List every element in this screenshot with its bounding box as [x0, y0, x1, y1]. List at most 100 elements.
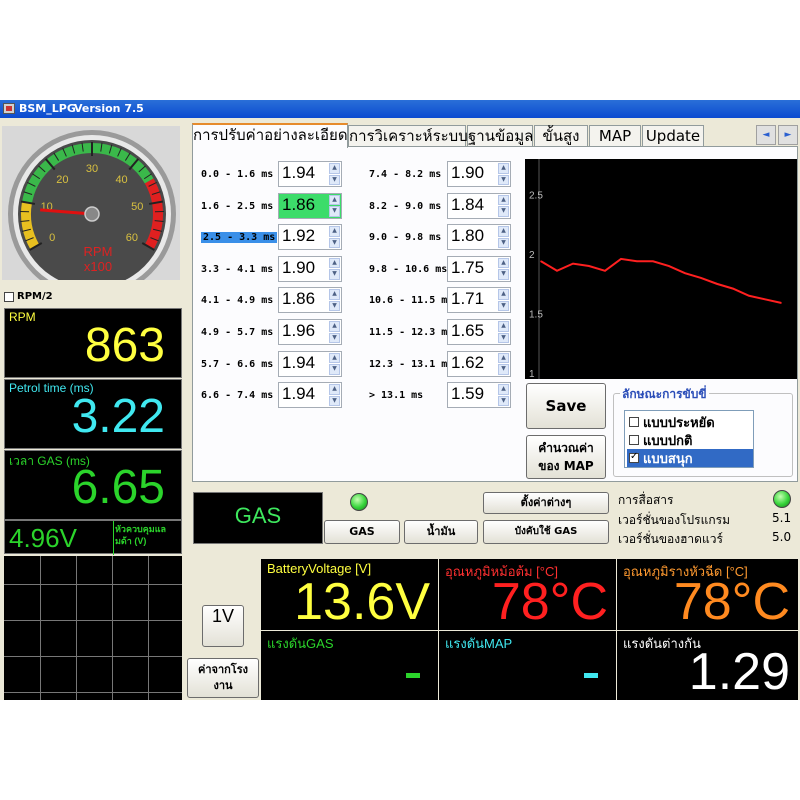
spinner-up-icon[interactable]: ▲ [498, 163, 509, 174]
1v-button[interactable]: 1V [202, 605, 244, 647]
drive-mode-normal[interactable]: แบบปกติ [627, 431, 753, 449]
settings-button[interactable]: ตั้งค่าต่างๆ [483, 492, 609, 514]
spinner-arrows[interactable]: ▲ ▼ [329, 257, 340, 280]
spinner-arrows[interactable]: ▲ ▼ [329, 384, 340, 407]
spinner-up-icon[interactable]: ▲ [329, 321, 340, 332]
left-range-value[interactable]: 1.92 [282, 226, 315, 246]
tab-scroll-right-icon[interactable]: ► [778, 125, 798, 145]
drive-mode-sport-checkbox[interactable] [629, 451, 639, 463]
spinner-arrows[interactable]: ▲ ▼ [498, 384, 509, 407]
left-range-value-spinner[interactable]: 1.86 ▲ ▼ [278, 192, 342, 219]
drive-mode-economy[interactable]: แบบประหยัด [627, 413, 753, 431]
spinner-arrows[interactable]: ▲ ▼ [329, 289, 340, 312]
left-range-value[interactable]: 1.94 [282, 353, 315, 373]
spinner-down-icon[interactable]: ▼ [498, 269, 509, 280]
right-range-value-spinner[interactable]: 1.80 ▲ ▼ [447, 224, 511, 251]
left-range-value-spinner[interactable]: 1.94 ▲ ▼ [278, 382, 342, 409]
spinner-down-icon[interactable]: ▼ [498, 300, 509, 312]
spinner-down-icon[interactable]: ▼ [498, 395, 509, 407]
spinner-up-icon[interactable]: ▲ [498, 226, 509, 237]
right-range-value-spinner[interactable]: 1.62 ▲ ▼ [447, 350, 511, 377]
spinner-down-icon[interactable]: ▼ [329, 237, 340, 249]
tab-database[interactable]: ฐานข้อมูล [467, 125, 533, 147]
tab-fine-tuning[interactable]: การปรับค่าอย่างละเอียด [192, 123, 348, 148]
spinner-up-icon[interactable]: ▲ [329, 352, 340, 364]
spinner-arrows[interactable]: ▲ ▼ [329, 163, 340, 185]
title-bar[interactable]: BSM_LPG Version 7.5 [0, 100, 800, 118]
spinner-up-icon[interactable]: ▲ [329, 384, 340, 395]
drive-mode-economy-checkbox[interactable] [629, 417, 639, 427]
spinner-up-icon[interactable]: ▲ [498, 257, 509, 269]
spinner-down-icon[interactable]: ▼ [329, 332, 340, 343]
left-range-value[interactable]: 1.90 [282, 258, 315, 278]
right-range-value[interactable]: 1.84 [451, 195, 484, 215]
tab-advanced[interactable]: ขั้นสูง [534, 125, 588, 147]
spinner-up-icon[interactable]: ▲ [498, 352, 509, 364]
spinner-down-icon[interactable]: ▼ [498, 364, 509, 375]
spinner-up-icon[interactable]: ▲ [329, 163, 340, 174]
left-range-value-spinner[interactable]: 1.94 ▲ ▼ [278, 350, 342, 377]
drive-mode-normal-checkbox[interactable] [629, 435, 639, 445]
tab-system-analysis[interactable]: การวิเคราะห์ระบบ [348, 125, 468, 147]
spinner-up-icon[interactable]: ▲ [329, 257, 340, 269]
spinner-down-icon[interactable]: ▼ [329, 206, 340, 217]
right-range-value[interactable]: 1.75 [451, 258, 484, 278]
left-range-value[interactable]: 1.86 [282, 195, 315, 215]
spinner-arrows[interactable]: ▲ ▼ [329, 321, 340, 343]
rpm2-checkbox-box[interactable] [4, 291, 14, 302]
calculate-map-button[interactable]: คำนวณค่า ของ MAP [526, 435, 606, 479]
left-range-value-spinner[interactable]: 1.94 ▲ ▼ [278, 161, 342, 187]
save-button[interactable]: Save [526, 383, 606, 429]
spinner-up-icon[interactable]: ▲ [498, 289, 509, 300]
left-range-value[interactable]: 1.96 [282, 321, 315, 341]
force-gas-button[interactable]: บังคับใช้ GAS [483, 520, 609, 544]
petrol-button[interactable]: น้ำมัน [404, 520, 478, 544]
right-range-value-spinner[interactable]: 1.84 ▲ ▼ [447, 192, 511, 219]
spinner-down-icon[interactable]: ▼ [329, 174, 340, 185]
right-range-value-spinner[interactable]: 1.75 ▲ ▼ [447, 255, 511, 282]
left-range-value-spinner[interactable]: 1.90 ▲ ▼ [278, 255, 342, 282]
spinner-arrows[interactable]: ▲ ▼ [498, 226, 509, 249]
spinner-up-icon[interactable]: ▲ [329, 194, 340, 206]
spinner-down-icon[interactable]: ▼ [329, 300, 340, 312]
right-range-value[interactable]: 1.59 [451, 384, 484, 404]
left-range-value-spinner[interactable]: 1.86 ▲ ▼ [278, 287, 342, 314]
spinner-arrows[interactable]: ▲ ▼ [329, 226, 340, 249]
spinner-up-icon[interactable]: ▲ [498, 194, 509, 206]
spinner-arrows[interactable]: ▲ ▼ [498, 163, 509, 185]
left-range-value[interactable]: 1.94 [282, 384, 315, 404]
spinner-up-icon[interactable]: ▲ [498, 321, 509, 332]
right-range-value[interactable]: 1.90 [451, 163, 484, 183]
right-range-value[interactable]: 1.80 [451, 226, 484, 246]
spinner-arrows[interactable]: ▲ ▼ [498, 257, 509, 280]
spinner-arrows[interactable]: ▲ ▼ [329, 352, 340, 375]
spinner-arrows[interactable]: ▲ ▼ [498, 194, 509, 217]
spinner-down-icon[interactable]: ▼ [498, 237, 509, 249]
factory-default-button[interactable]: ค่าจากโรง งาน [187, 658, 259, 698]
rpm2-checkbox[interactable]: RPM/2 [4, 291, 53, 302]
right-range-value[interactable]: 1.71 [451, 289, 484, 309]
tab-map[interactable]: MAP [589, 125, 641, 147]
tab-update[interactable]: Update [642, 125, 704, 147]
right-range-value[interactable]: 1.65 [451, 321, 484, 341]
spinner-down-icon[interactable]: ▼ [498, 174, 509, 185]
spinner-down-icon[interactable]: ▼ [329, 395, 340, 407]
spinner-arrows[interactable]: ▲ ▼ [498, 321, 509, 343]
spinner-up-icon[interactable]: ▲ [329, 289, 340, 300]
right-range-value-spinner[interactable]: 1.65 ▲ ▼ [447, 319, 511, 345]
gas-button[interactable]: GAS [324, 520, 400, 544]
left-range-value-spinner[interactable]: 1.96 ▲ ▼ [278, 319, 342, 345]
right-range-value-spinner[interactable]: 1.71 ▲ ▼ [447, 287, 511, 314]
tab-scroll-left-icon[interactable]: ◄ [756, 125, 776, 145]
spinner-up-icon[interactable]: ▲ [498, 384, 509, 395]
right-range-value-spinner[interactable]: 1.90 ▲ ▼ [447, 161, 511, 187]
spinner-down-icon[interactable]: ▼ [329, 364, 340, 375]
spinner-up-icon[interactable]: ▲ [329, 226, 340, 237]
left-range-value[interactable]: 1.94 [282, 163, 315, 183]
spinner-down-icon[interactable]: ▼ [498, 332, 509, 343]
spinner-down-icon[interactable]: ▼ [498, 206, 509, 217]
spinner-arrows[interactable]: ▲ ▼ [329, 194, 340, 217]
right-range-value-spinner[interactable]: 1.59 ▲ ▼ [447, 382, 511, 409]
left-range-value-spinner[interactable]: 1.92 ▲ ▼ [278, 224, 342, 251]
drive-mode-sport[interactable]: แบบสนุก [627, 449, 753, 467]
